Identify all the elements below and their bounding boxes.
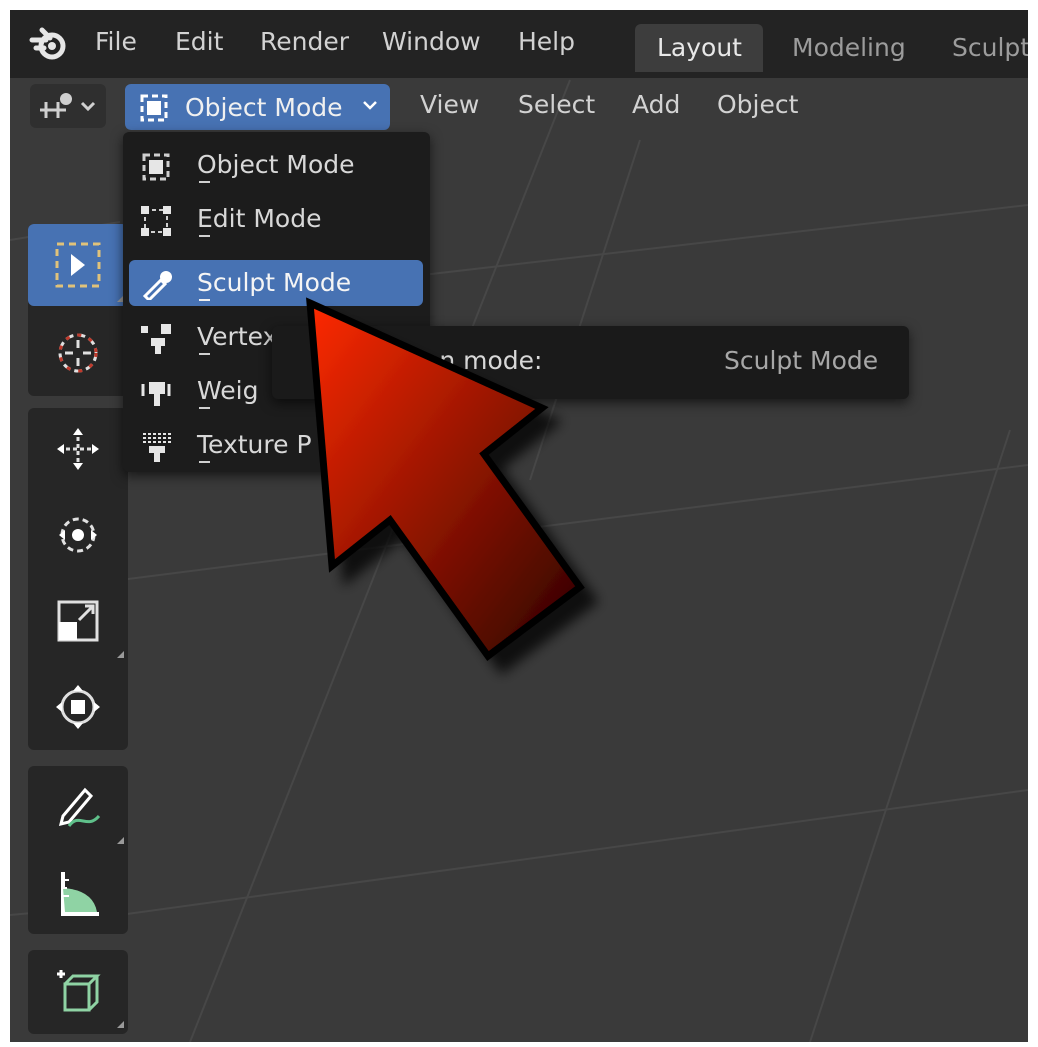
blender-window: File Edit Render Window Help Layout Mode… xyxy=(10,10,1028,1042)
annotation-arrow-icon xyxy=(306,297,585,661)
